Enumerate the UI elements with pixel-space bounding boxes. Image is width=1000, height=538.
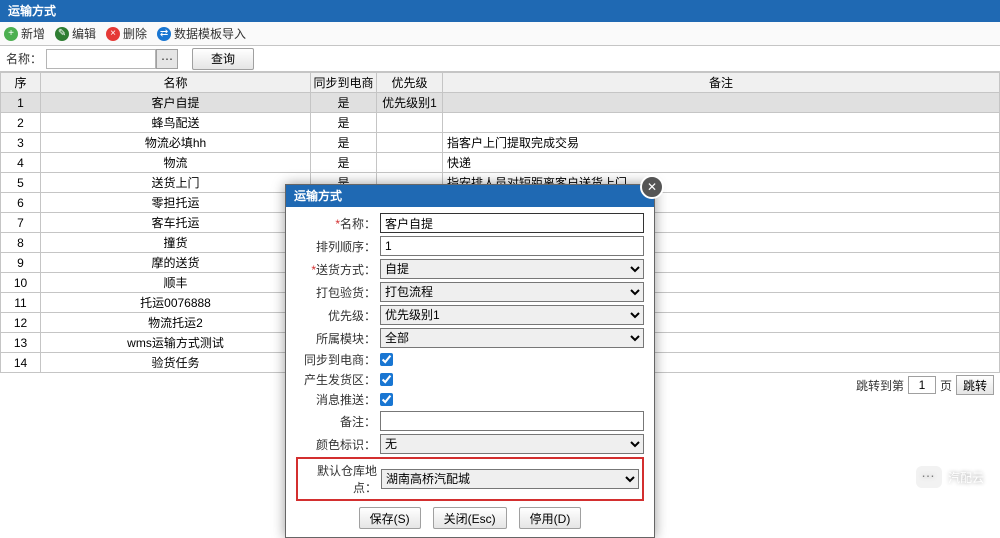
- field-order[interactable]: [380, 236, 644, 256]
- field-push-check[interactable]: [380, 393, 393, 406]
- pager-go-button[interactable]: 跳转: [956, 375, 994, 395]
- edit-icon: ✎: [55, 27, 69, 41]
- pager-jump-label: 跳转到第: [856, 377, 904, 394]
- delete-icon: ×: [106, 27, 120, 41]
- save-button[interactable]: 保存(S): [359, 507, 421, 529]
- field-color[interactable]: 无: [380, 434, 644, 454]
- close-icon: ✕: [647, 180, 657, 194]
- edit-button[interactable]: ✎编辑: [55, 25, 96, 42]
- name-filter-input[interactable]: [46, 49, 156, 69]
- pager-page-input[interactable]: [908, 376, 936, 394]
- delete-button[interactable]: ×删除: [106, 25, 147, 42]
- field-pack[interactable]: 打包流程: [380, 282, 644, 302]
- col-note[interactable]: 备注: [443, 73, 1000, 93]
- filter-bar: 名称： ⋯ 查询: [0, 46, 1000, 72]
- table-row[interactable]: 2蜂鸟配送是: [1, 113, 1000, 133]
- pager-unit: 页: [940, 377, 952, 394]
- dialog-title: 运输方式: [286, 185, 654, 207]
- table-row[interactable]: 3物流必填hh是指客户上门提取完成交易: [1, 133, 1000, 153]
- col-priority[interactable]: 优先级: [377, 73, 443, 93]
- toolbar: +新增 ✎编辑 ×删除 ⇄数据模板导入: [0, 22, 1000, 46]
- col-index[interactable]: 序: [1, 73, 41, 93]
- field-name[interactable]: [380, 213, 644, 233]
- query-button[interactable]: 查询: [192, 48, 254, 70]
- field-sync-check[interactable]: [380, 353, 393, 366]
- add-button[interactable]: +新增: [4, 25, 45, 42]
- table-row[interactable]: 1客户自提是优先级别1: [1, 93, 1000, 113]
- field-ship-method[interactable]: 自提: [380, 259, 644, 279]
- dialog-close-button[interactable]: ✕: [640, 175, 664, 199]
- col-sync[interactable]: 同步到电商: [311, 73, 377, 93]
- import-icon: ⇄: [157, 27, 171, 41]
- add-icon: +: [4, 27, 18, 41]
- import-button[interactable]: ⇄数据模板导入: [157, 25, 246, 42]
- page-title: 运输方式: [0, 0, 1000, 22]
- dialog-transport-mode: 运输方式 ✕ *名称： 排列顺序： *送货方式：自提 打包验货：打包流程 优先级…: [285, 184, 655, 538]
- wechat-icon: [916, 466, 942, 488]
- highlight-default-location: 默认仓库地点：湖南高桥汽配城: [296, 457, 644, 501]
- field-gen-check[interactable]: [380, 373, 393, 386]
- close-button[interactable]: 关闭(Esc): [433, 507, 507, 529]
- field-note[interactable]: [380, 411, 644, 431]
- col-name[interactable]: 名称: [41, 73, 311, 93]
- field-priority[interactable]: 优先级别1: [380, 305, 644, 325]
- field-default-location[interactable]: 湖南高桥汽配城: [381, 469, 639, 489]
- lookup-button[interactable]: ⋯: [156, 49, 178, 69]
- field-module[interactable]: 全部: [380, 328, 644, 348]
- watermark: 汽配云: [916, 466, 984, 488]
- disable-button[interactable]: 停用(D): [519, 507, 582, 529]
- table-row[interactable]: 4物流是快递: [1, 153, 1000, 173]
- name-filter-label: 名称：: [6, 50, 42, 67]
